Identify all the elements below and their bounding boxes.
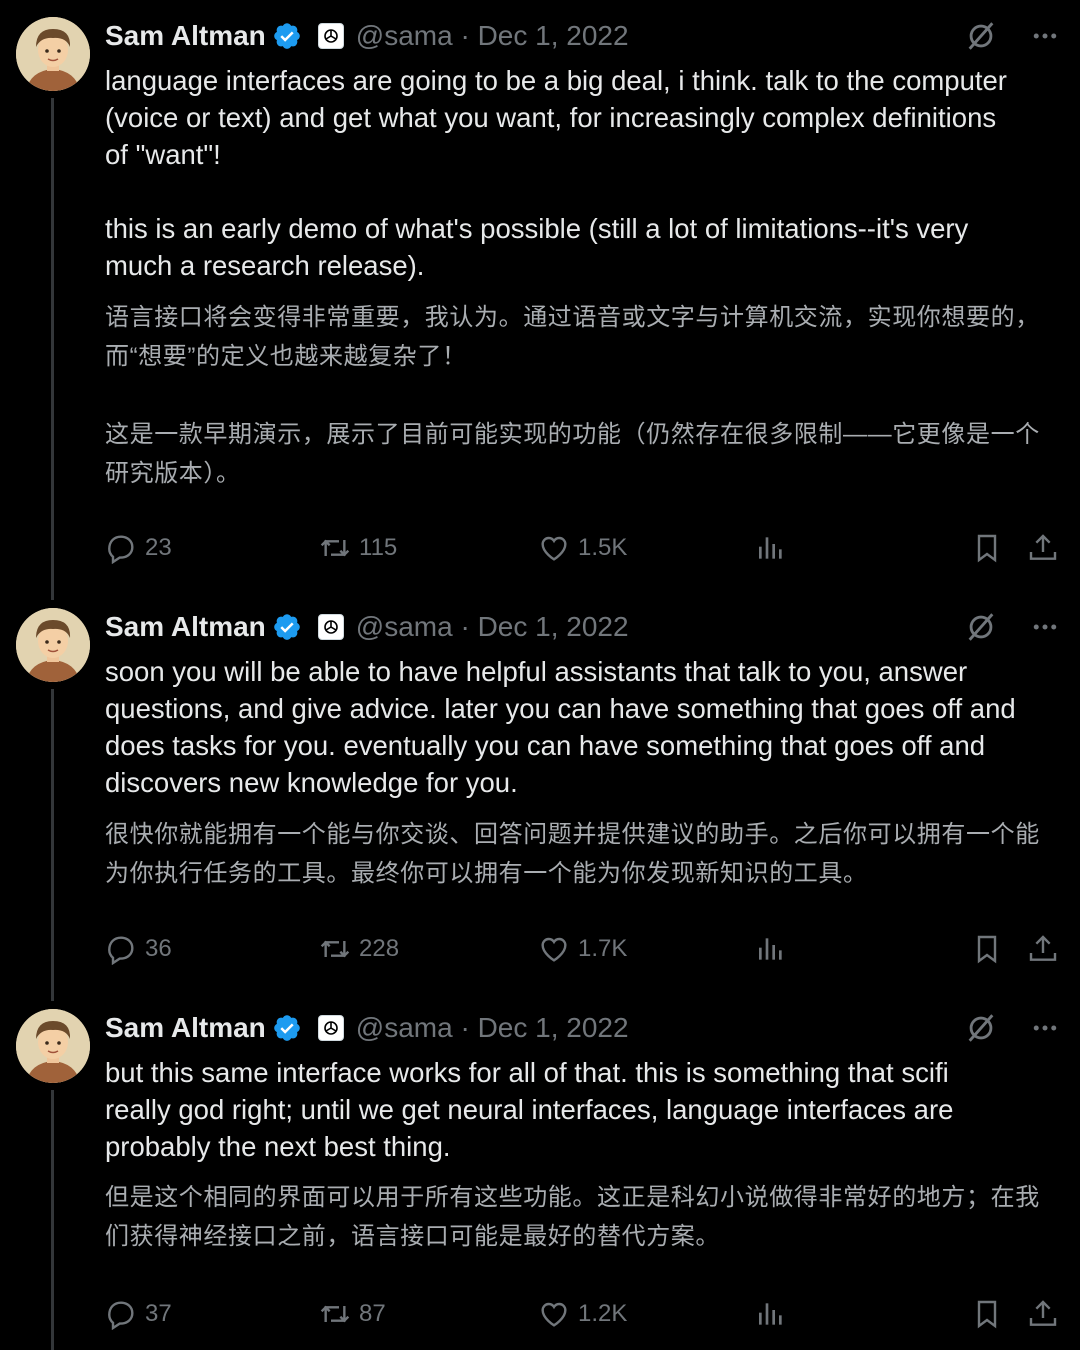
views-icon xyxy=(759,1303,782,1325)
grok-icon[interactable] xyxy=(964,610,998,644)
bookmark-button[interactable] xyxy=(971,1294,1011,1334)
share-button[interactable] xyxy=(1027,1294,1067,1334)
verified-badge-icon xyxy=(273,614,300,640)
tweet[interactable]: Sam Altman @sama · Dec 1, 2022 xyxy=(0,992,1080,1350)
share-button[interactable] xyxy=(1027,528,1067,568)
tweet[interactable]: Sam Altman @sama · Dec 1, 2022 xyxy=(0,591,1080,1001)
reply-button[interactable]: 37 xyxy=(105,1294,172,1334)
tweet-text: soon you will be able to have helpful as… xyxy=(105,656,1016,798)
author-name[interactable]: Sam Altman xyxy=(105,611,266,643)
repost-button[interactable]: 228 xyxy=(319,929,399,969)
tweet-actions: 37 87 1.2K xyxy=(105,1294,1060,1334)
like-count: 1.5K xyxy=(578,534,628,561)
share-icon xyxy=(1029,534,1057,560)
separator-dot: · xyxy=(460,611,470,642)
author-handle[interactable]: @sama xyxy=(356,611,453,642)
repost-icon xyxy=(320,940,350,958)
reply-count: 23 xyxy=(145,534,172,561)
bookmark-button[interactable] xyxy=(971,929,1011,969)
repost-count: 115 xyxy=(359,534,398,561)
like-button[interactable]: 1.2K xyxy=(538,1294,627,1334)
repost-button[interactable]: 115 xyxy=(319,528,397,568)
bookmark-button[interactable] xyxy=(971,528,1011,568)
tweet-actions: 36 228 1.7K xyxy=(105,929,1060,969)
views-icon xyxy=(759,938,782,960)
tweet-thread: Sam Altman @sama · Dec 1, 2022 language … xyxy=(0,0,1080,1350)
like-icon xyxy=(541,1302,567,1327)
like-count: 1.7K xyxy=(578,935,628,962)
avatar[interactable] xyxy=(16,608,90,682)
tweet-date[interactable]: Dec 1, 2022 xyxy=(478,20,629,51)
thread-connector-line xyxy=(51,1090,54,1350)
verified-badge-icon xyxy=(273,23,300,49)
share-button[interactable] xyxy=(1027,929,1067,969)
bookmark-icon xyxy=(977,534,997,563)
tweet-translation: 语言接口将会变得非常重要，我认为。通过语音或文字与计算机交流，实现你想要的， 而… xyxy=(105,304,1040,487)
views-button[interactable] xyxy=(755,1294,795,1334)
repost-count: 228 xyxy=(359,935,400,962)
reply-icon xyxy=(108,535,134,564)
like-count: 1.2K xyxy=(578,1300,628,1327)
tweet[interactable]: Sam Altman @sama · Dec 1, 2022 xyxy=(0,0,1080,600)
reply-button[interactable]: 36 xyxy=(105,929,172,969)
more-options-icon[interactable] xyxy=(1030,21,1060,51)
repost-button[interactable]: 87 xyxy=(319,1294,386,1334)
grok-icon[interactable] xyxy=(964,1011,998,1045)
tweet-date[interactable]: Dec 1, 2022 xyxy=(478,1012,629,1043)
reply-count: 37 xyxy=(145,1300,172,1327)
tweet-header: Sam Altman @sama · Dec 1, 2022 xyxy=(105,16,1060,56)
thread-connector-line xyxy=(51,689,54,1001)
tweet-date[interactable]: Dec 1, 2022 xyxy=(478,611,629,642)
views-icon xyxy=(759,537,782,559)
reply-icon xyxy=(108,936,134,965)
more-options-icon[interactable] xyxy=(1030,612,1060,642)
separator-dot: · xyxy=(460,1012,470,1043)
author-name[interactable]: Sam Altman xyxy=(105,20,266,52)
thread-connector-line xyxy=(51,98,54,600)
like-button[interactable]: 1.5K xyxy=(538,528,627,568)
reply-button[interactable]: 23 xyxy=(105,528,172,568)
tweet-translation: 很快你就能拥有一个能与你交谈、回答问题并提供建议的助手。之后你可以拥有一个能 为… xyxy=(105,821,1040,887)
share-icon xyxy=(1029,1300,1057,1326)
author-handle[interactable]: @sama xyxy=(356,1012,453,1043)
openai-org-badge-icon[interactable] xyxy=(317,23,344,49)
tweet-translation: 但是这个相同的界面可以用于所有这些功能。这正是科幻小说做得非常好的地方；在我 们… xyxy=(105,1184,1040,1250)
tweet-text: language interfaces are going to be a bi… xyxy=(105,65,1007,281)
bookmark-icon xyxy=(977,935,997,964)
reply-count: 36 xyxy=(145,935,172,962)
more-options-icon[interactable] xyxy=(1030,1013,1060,1043)
like-button[interactable]: 1.7K xyxy=(538,929,627,969)
avatar[interactable] xyxy=(16,17,90,91)
like-icon xyxy=(541,536,567,561)
views-button[interactable] xyxy=(755,528,795,568)
repost-count: 87 xyxy=(359,1300,386,1327)
author-name[interactable]: Sam Altman xyxy=(105,1012,266,1044)
bookmark-icon xyxy=(977,1300,997,1329)
repost-icon xyxy=(320,1305,350,1323)
tweet-actions: 23 115 1.5K xyxy=(105,528,1060,568)
repost-icon xyxy=(320,539,350,557)
openai-org-badge-icon[interactable] xyxy=(317,614,344,640)
tweet-header: Sam Altman @sama · Dec 1, 2022 xyxy=(105,1008,1060,1048)
separator-dot: · xyxy=(460,20,470,51)
tweet-text: but this same interface works for all of… xyxy=(105,1057,954,1162)
openai-org-badge-icon[interactable] xyxy=(317,1015,344,1041)
verified-badge-icon xyxy=(273,1015,300,1041)
like-icon xyxy=(541,937,567,962)
views-button[interactable] xyxy=(755,929,795,969)
share-icon xyxy=(1029,935,1057,961)
reply-icon xyxy=(108,1301,134,1330)
avatar[interactable] xyxy=(16,1009,90,1083)
tweet-header: Sam Altman @sama · Dec 1, 2022 xyxy=(105,607,1060,647)
grok-icon[interactable] xyxy=(964,19,998,53)
author-handle[interactable]: @sama xyxy=(356,20,453,51)
